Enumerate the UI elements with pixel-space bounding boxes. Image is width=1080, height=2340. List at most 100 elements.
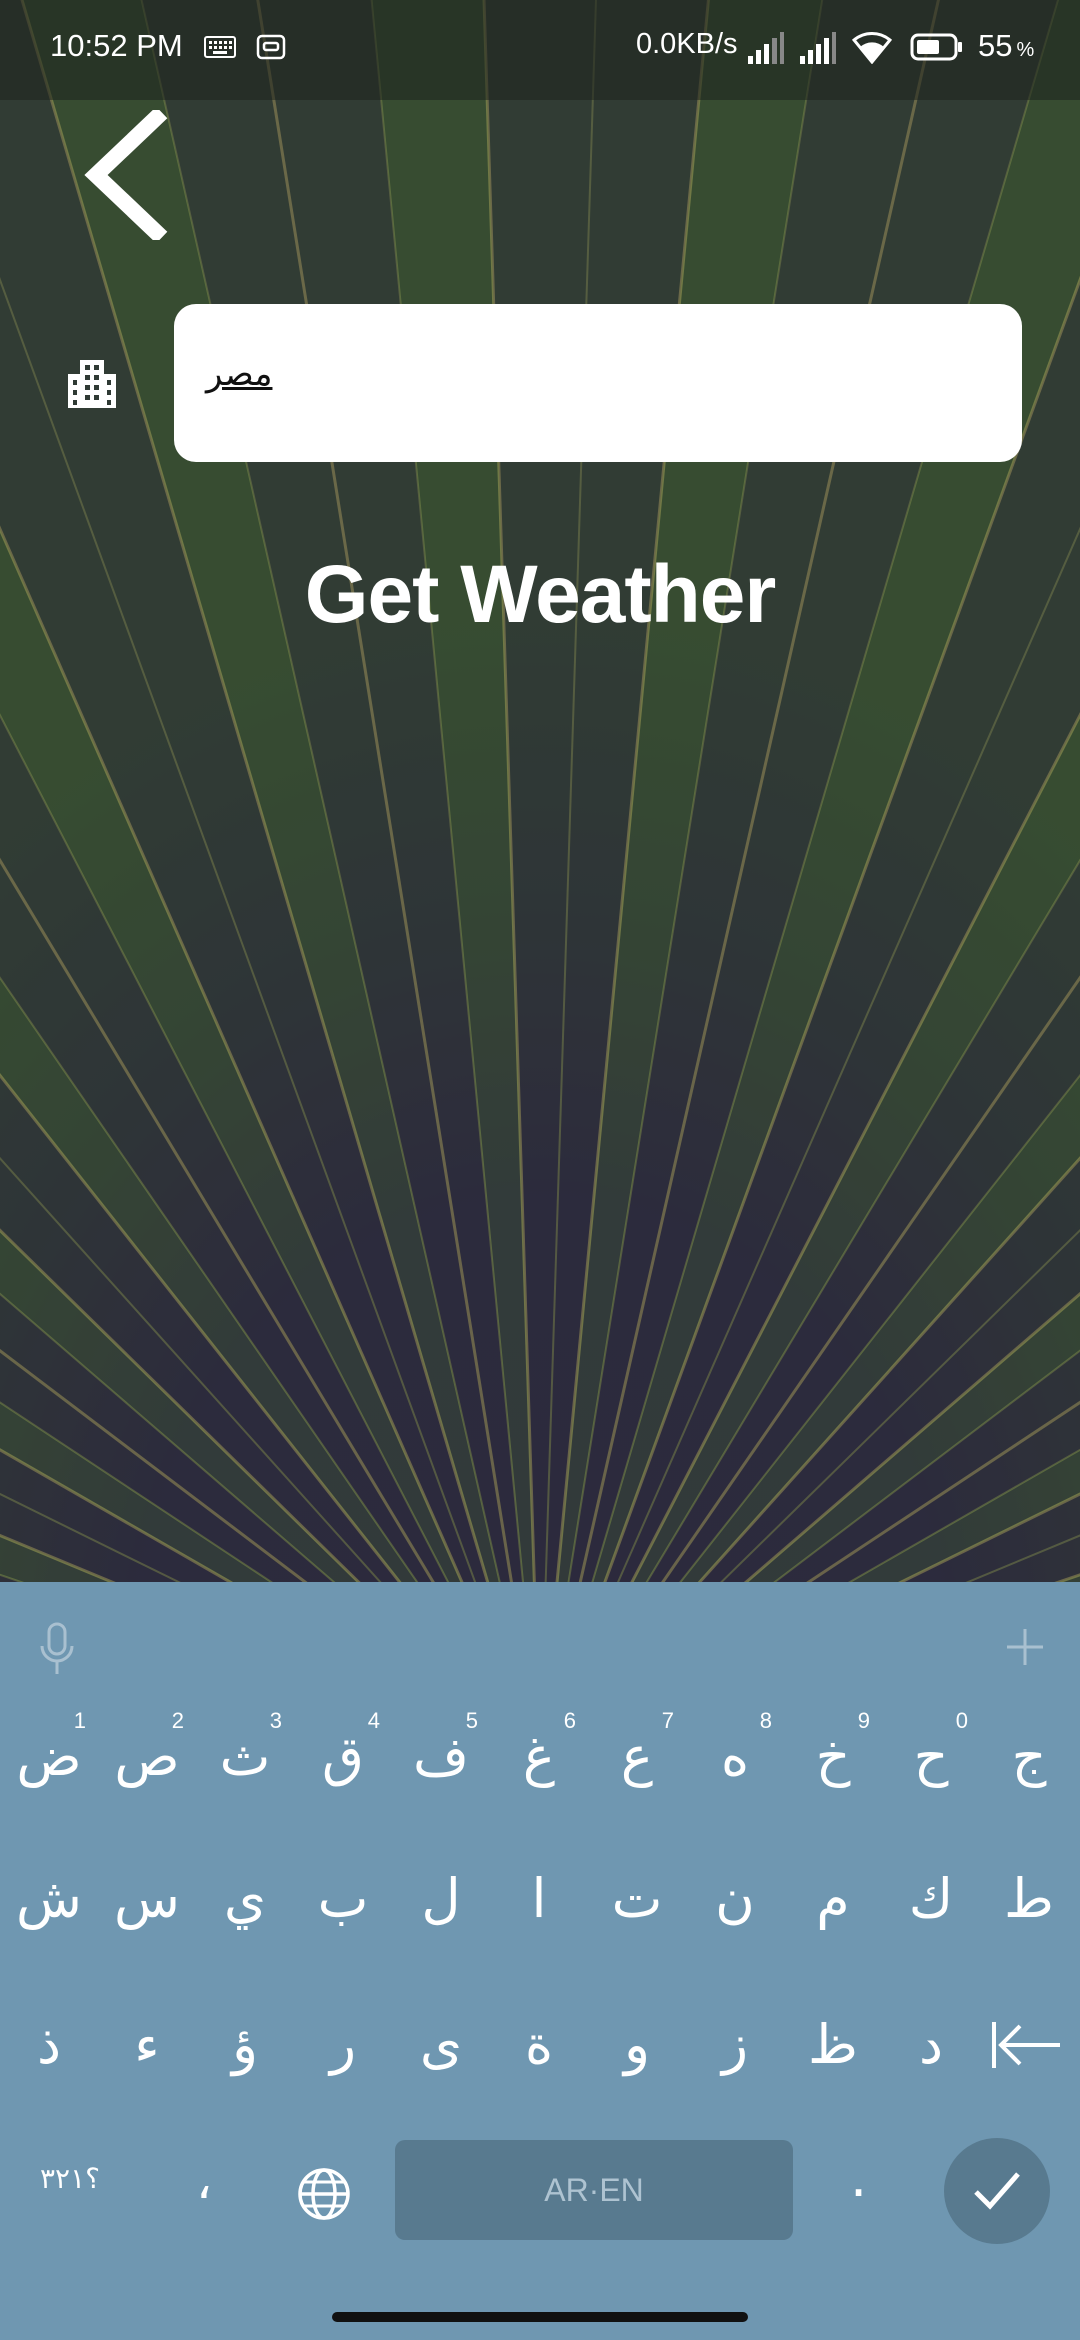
- key-char: ح: [913, 1725, 949, 1788]
- key-char: ك: [908, 1867, 954, 1930]
- backspace-arrow-icon[interactable]: [990, 2020, 1062, 2070]
- soft-keyboard: ض1ص2ث3ق4ف5غ6ع7ه8خ9ح0ج شسيبلاتنمكط ذءؤرىة…: [0, 1582, 1080, 2340]
- get-weather-button[interactable]: Get Weather: [0, 548, 1080, 642]
- navigation-handle[interactable]: [332, 2312, 748, 2322]
- key-char: غ: [522, 1725, 556, 1788]
- keyboard-key[interactable]: ل: [392, 1844, 490, 1954]
- key-hint: 4: [367, 1708, 380, 1733]
- keyboard-row-3: ذ ء ؤ رىة و زظد: [0, 1990, 1080, 2100]
- battery-icon: [910, 33, 962, 61]
- key-char: ي: [223, 1867, 267, 1930]
- key-char: م: [816, 1867, 850, 1930]
- keyboard-key[interactable]: ذ: [0, 1990, 98, 2100]
- numbers-key[interactable]: ؟٣٢١: [40, 2162, 100, 2195]
- keyboard-key[interactable]: ث3: [196, 1702, 294, 1812]
- keyboard-key[interactable]: ظ: [784, 1990, 882, 2100]
- city-buildings-icon: [68, 360, 116, 408]
- keyboard-key[interactable]: ر: [294, 1990, 392, 2100]
- period-key[interactable]: .: [850, 2146, 867, 2209]
- space-key[interactable]: AR·EN: [395, 2140, 793, 2240]
- keyboard-key[interactable]: ى: [392, 1990, 490, 2100]
- key-char: ا: [531, 1867, 547, 1930]
- keyboard-key[interactable]: ض1: [0, 1702, 98, 1812]
- keyboard-key[interactable]: ص2: [98, 1702, 196, 1812]
- keyboard-key[interactable]: ء: [98, 1990, 196, 2100]
- keyboard-key[interactable]: و: [588, 1990, 686, 2100]
- key-char: ل: [421, 1867, 461, 1930]
- key-char: ى: [419, 2013, 463, 2076]
- key-char: ج: [1011, 1725, 1047, 1788]
- key-char: ه: [720, 1725, 750, 1788]
- key-hint: 3: [269, 1708, 282, 1733]
- keyboard-key[interactable]: ق4: [294, 1702, 392, 1812]
- key-hint: 6: [563, 1708, 576, 1733]
- keyboard-key[interactable]: غ6: [490, 1702, 588, 1812]
- network-speed: 0.0KB/s: [636, 28, 738, 60]
- status-bar: 10:52 PM 0.0KB/s 55%: [0, 0, 1080, 100]
- key-char: ص: [114, 1725, 180, 1788]
- key-hint: 5: [465, 1708, 478, 1733]
- plus-icon[interactable]: [1004, 1626, 1046, 1668]
- keyboard-key[interactable]: ه8: [686, 1702, 784, 1812]
- key-char: و: [623, 2013, 651, 2076]
- key-char: ف: [413, 1725, 469, 1788]
- microphone-icon[interactable]: [38, 1622, 76, 1678]
- key-char: ؤ: [231, 2013, 259, 2076]
- back-button[interactable]: [82, 106, 174, 244]
- key-hint: 1: [73, 1708, 86, 1733]
- key-char: ة: [524, 2013, 554, 2076]
- keyboard-key[interactable]: ش: [0, 1844, 98, 1954]
- battery-percent-sign: %: [1016, 39, 1035, 61]
- keyboard-key[interactable]: د: [882, 1990, 980, 2100]
- comma-key[interactable]: ،: [196, 2152, 212, 2210]
- keyboard-key[interactable]: ة: [490, 1990, 588, 2100]
- chevron-left-icon: [84, 106, 168, 244]
- key-char: خ: [815, 1725, 851, 1788]
- keyboard-key[interactable]: ت: [588, 1844, 686, 1954]
- keyboard-key[interactable]: خ9: [784, 1702, 882, 1812]
- key-char: ء: [134, 2013, 160, 2076]
- globe-icon[interactable]: [296, 2166, 352, 2222]
- keyboard-key[interactable]: ف5: [392, 1702, 490, 1812]
- key-char: ز: [721, 2013, 749, 2076]
- keyboard-key[interactable]: ج: [980, 1702, 1078, 1812]
- keyboard-key[interactable]: ي: [196, 1844, 294, 1954]
- keyboard-key[interactable]: ز: [686, 1990, 784, 2100]
- key-hint: 2: [171, 1708, 184, 1733]
- key-char: ت: [611, 1867, 663, 1930]
- cast-icon: [256, 34, 286, 60]
- city-input-container[interactable]: مصر: [174, 304, 1022, 462]
- key-char: ر: [329, 2013, 357, 2076]
- key-char: ث: [219, 1725, 271, 1788]
- key-char: ط: [1004, 1867, 1054, 1930]
- checkmark-icon: [974, 2172, 1020, 2210]
- keyboard-key[interactable]: ا: [490, 1844, 588, 1954]
- keyboard-key[interactable]: ؤ: [196, 1990, 294, 2100]
- signal-icon: [800, 32, 836, 64]
- key-hint: 0: [955, 1708, 968, 1733]
- key-char: ب: [317, 1867, 369, 1930]
- done-button[interactable]: [944, 2138, 1050, 2244]
- key-hint: 8: [759, 1708, 772, 1733]
- keyboard-key[interactable]: ن: [686, 1844, 784, 1954]
- keyboard-key[interactable]: ب: [294, 1844, 392, 1954]
- key-char: ش: [16, 1867, 82, 1930]
- keyboard-key[interactable]: س: [98, 1844, 196, 1954]
- key-char: ظ: [808, 2013, 858, 2076]
- key-char: ذ: [36, 2013, 62, 2076]
- city-input[interactable]: مصر: [206, 354, 272, 394]
- keyboard-key[interactable]: ح0: [882, 1702, 980, 1812]
- key-char: ن: [715, 1867, 755, 1930]
- key-char: ع: [620, 1725, 654, 1788]
- keyboard-key[interactable]: ع7: [588, 1702, 686, 1812]
- keyboard-row-2: شسيبل ا تنمكط: [0, 1844, 1080, 1954]
- keyboard-key[interactable]: ط: [980, 1844, 1078, 1954]
- key-char: ق: [322, 1725, 364, 1788]
- keyboard-row-1: ض1ص2ث3ق4ف5غ6ع7ه8خ9ح0ج: [0, 1702, 1080, 1812]
- key-char: س: [114, 1867, 180, 1930]
- keyboard-key[interactable]: م: [784, 1844, 882, 1954]
- keyboard-key[interactable]: ك: [882, 1844, 980, 1954]
- battery-level-value: 55: [978, 28, 1013, 63]
- battery-level: 55%: [978, 28, 1034, 64]
- keyboard-bottom-row: ؟٣٢١ ، AR·EN .: [0, 2138, 1080, 2248]
